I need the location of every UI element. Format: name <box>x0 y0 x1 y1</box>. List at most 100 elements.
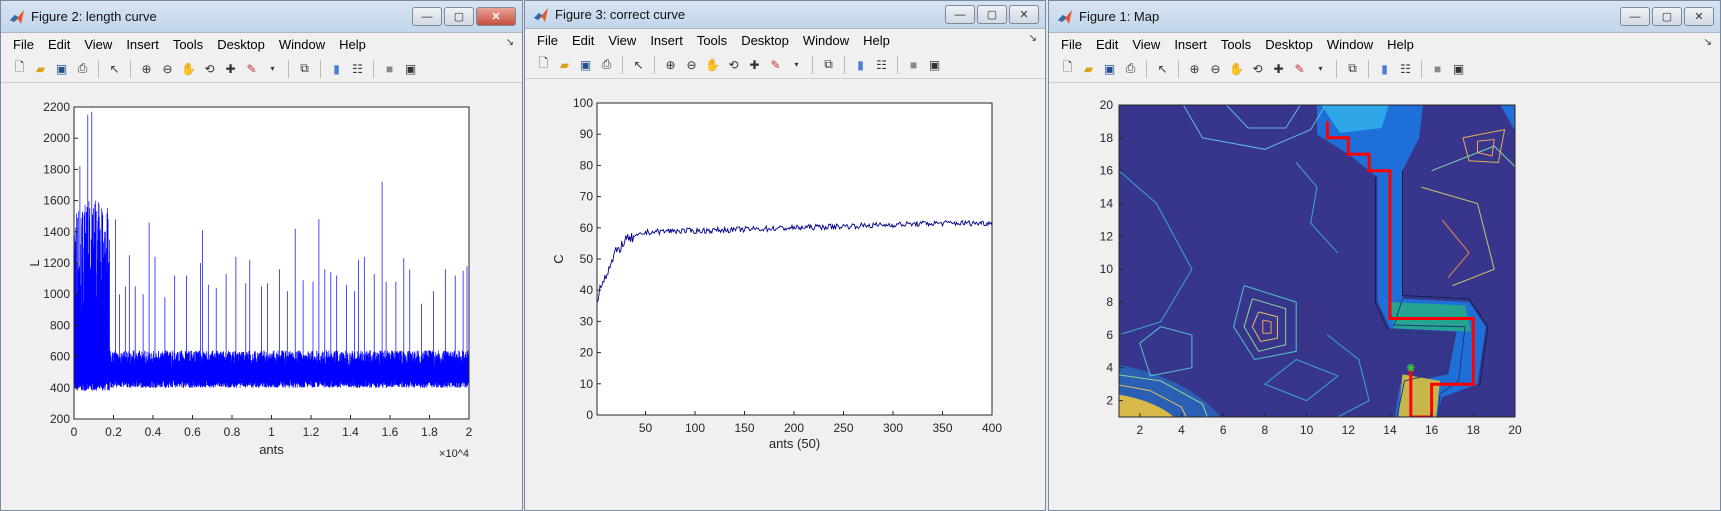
brush-icon[interactable]: ✎ <box>765 55 786 75</box>
pointer-icon[interactable]: ↖ <box>628 55 649 75</box>
data-cursor-icon[interactable]: ✚ <box>220 59 241 79</box>
x-tick-label: 0.8 <box>224 425 241 439</box>
x-tick-label: 200 <box>784 421 804 435</box>
pan-hand-icon[interactable]: ✋ <box>178 59 199 79</box>
menu-desktop[interactable]: Desktop <box>735 33 797 48</box>
x-tick-label: 50 <box>639 421 653 435</box>
link-plot-icon[interactable]: ⧉ <box>1342 59 1363 79</box>
legend-icon[interactable]: ☷ <box>347 59 368 79</box>
pan-hand-icon[interactable]: ✋ <box>1226 59 1247 79</box>
menu-dock-arrow-icon[interactable]: ↘ <box>1029 33 1037 44</box>
close-button[interactable]: ✕ <box>1009 5 1039 24</box>
menu-insert[interactable]: Insert <box>644 33 691 48</box>
minimize-button[interactable]: — <box>1620 7 1650 26</box>
new-file-icon[interactable]: 🗋 <box>533 55 554 75</box>
title-bar[interactable]: Figure 3: correct curve — ▢ ✕ <box>525 1 1045 29</box>
legend-icon[interactable]: ☷ <box>871 55 892 75</box>
pointer-icon[interactable]: ↖ <box>104 59 125 79</box>
pointer-icon[interactable]: ↖ <box>1152 59 1173 79</box>
title-bar[interactable]: Figure 2: length curve — ▢ ✕ <box>1 1 522 33</box>
zoom-in-icon[interactable]: ⊕ <box>136 59 157 79</box>
x-axis-label: ants <box>259 442 284 457</box>
close-button[interactable]: ✕ <box>1684 7 1714 26</box>
menu-help[interactable]: Help <box>857 33 898 48</box>
show-plot-tools-icon[interactable]: ▣ <box>1448 59 1469 79</box>
dropdown-arrow-icon[interactable]: ▾ <box>262 59 283 79</box>
hide-plot-tools-icon[interactable]: ■ <box>903 55 924 75</box>
menu-view[interactable]: View <box>1126 37 1168 52</box>
data-cursor-icon[interactable]: ✚ <box>744 55 765 75</box>
dropdown-arrow-icon[interactable]: ▾ <box>786 55 807 75</box>
legend-icon[interactable]: ☷ <box>1395 59 1416 79</box>
menu-dock-arrow-icon[interactable]: ↘ <box>506 37 514 48</box>
open-folder-icon[interactable]: ▰ <box>30 59 51 79</box>
menu-dock-arrow-icon[interactable]: ↘ <box>1704 37 1712 48</box>
hide-plot-tools-icon[interactable]: ■ <box>1427 59 1448 79</box>
map-contour-plot[interactable]: 2 4 6 8 10 12 14 16 18 20 2 4 6 8 10 12 14 16 18 20 <box>1049 84 1720 510</box>
brush-icon[interactable]: ✎ <box>1289 59 1310 79</box>
maximize-button[interactable]: ▢ <box>444 7 474 26</box>
zoom-in-icon[interactable]: ⊕ <box>660 55 681 75</box>
dropdown-arrow-icon[interactable]: ▾ <box>1310 59 1331 79</box>
menu-help[interactable]: Help <box>333 37 374 52</box>
menu-file[interactable]: File <box>1055 37 1090 52</box>
colorbar-icon[interactable]: ▮ <box>1374 59 1395 79</box>
menu-tools[interactable]: Tools <box>167 37 211 52</box>
rotate-3d-icon[interactable]: ⟲ <box>1247 59 1268 79</box>
rotate-3d-icon[interactable]: ⟲ <box>723 55 744 75</box>
brush-icon[interactable]: ✎ <box>241 59 262 79</box>
menu-file[interactable]: File <box>7 37 42 52</box>
maximize-button[interactable]: ▢ <box>1652 7 1682 26</box>
menu-tools[interactable]: Tools <box>691 33 735 48</box>
data-cursor-icon[interactable]: ✚ <box>1268 59 1289 79</box>
open-folder-icon[interactable]: ▰ <box>1078 59 1099 79</box>
new-file-icon[interactable]: 🗋 <box>1057 59 1078 79</box>
zoom-in-icon[interactable]: ⊕ <box>1184 59 1205 79</box>
link-plot-icon[interactable]: ⧉ <box>294 59 315 79</box>
zoom-out-icon[interactable]: ⊖ <box>1205 59 1226 79</box>
link-plot-icon[interactable]: ⧉ <box>818 55 839 75</box>
print-icon[interactable]: ⎙ <box>1120 59 1141 79</box>
save-icon[interactable]: ▣ <box>1099 59 1120 79</box>
title-bar[interactable]: Figure 1: Map — ▢ ✕ <box>1049 1 1720 33</box>
menu-insert[interactable]: Insert <box>120 37 167 52</box>
menu-tools[interactable]: Tools <box>1215 37 1259 52</box>
menu-window[interactable]: Window <box>797 33 857 48</box>
length-curve-plot[interactable]: 0 0.2 0.4 0.6 0.8 1 1.2 1.4 1.6 1.8 22004006008001… <box>1 84 522 510</box>
menu-edit[interactable]: Edit <box>566 33 602 48</box>
print-icon[interactable]: ⎙ <box>596 55 617 75</box>
menu-view[interactable]: View <box>602 33 644 48</box>
minimize-button[interactable]: — <box>412 7 442 26</box>
open-folder-icon[interactable]: ▰ <box>554 55 575 75</box>
rotate-3d-icon[interactable]: ⟲ <box>199 59 220 79</box>
close-button[interactable]: ✕ <box>476 7 516 26</box>
print-icon[interactable]: ⎙ <box>72 59 93 79</box>
menu-insert[interactable]: Insert <box>1168 37 1215 52</box>
hide-plot-tools-icon[interactable]: ■ <box>379 59 400 79</box>
show-plot-tools-icon[interactable]: ▣ <box>400 59 421 79</box>
menu-window[interactable]: Window <box>273 37 333 52</box>
x-tick-label: 300 <box>883 421 903 435</box>
menu-edit[interactable]: Edit <box>42 37 78 52</box>
show-plot-tools-icon[interactable]: ▣ <box>924 55 945 75</box>
save-icon[interactable]: ▣ <box>51 59 72 79</box>
menu-window[interactable]: Window <box>1321 37 1381 52</box>
menu-help[interactable]: Help <box>1381 37 1422 52</box>
menu-file[interactable]: File <box>531 33 566 48</box>
save-icon[interactable]: ▣ <box>575 55 596 75</box>
menu-desktop[interactable]: Desktop <box>1259 37 1321 52</box>
minimize-button[interactable]: — <box>945 5 975 24</box>
maximize-button[interactable]: ▢ <box>977 5 1007 24</box>
zoom-out-icon[interactable]: ⊖ <box>681 55 702 75</box>
pan-hand-icon[interactable]: ✋ <box>702 55 723 75</box>
menu-edit[interactable]: Edit <box>1090 37 1126 52</box>
colorbar-icon[interactable]: ▮ <box>850 55 871 75</box>
y-tick-label: 2000 <box>43 131 70 145</box>
zoom-out-icon[interactable]: ⊖ <box>157 59 178 79</box>
correct-curve-plot[interactable]: 50 100 150 200 250 300 350 400 0 10 20 30 40 50 60 70 80… <box>525 80 1045 510</box>
x-tick-label: 250 <box>833 421 853 435</box>
menu-view[interactable]: View <box>78 37 120 52</box>
colorbar-icon[interactable]: ▮ <box>326 59 347 79</box>
new-file-icon[interactable]: 🗋 <box>9 59 30 79</box>
menu-desktop[interactable]: Desktop <box>211 37 273 52</box>
